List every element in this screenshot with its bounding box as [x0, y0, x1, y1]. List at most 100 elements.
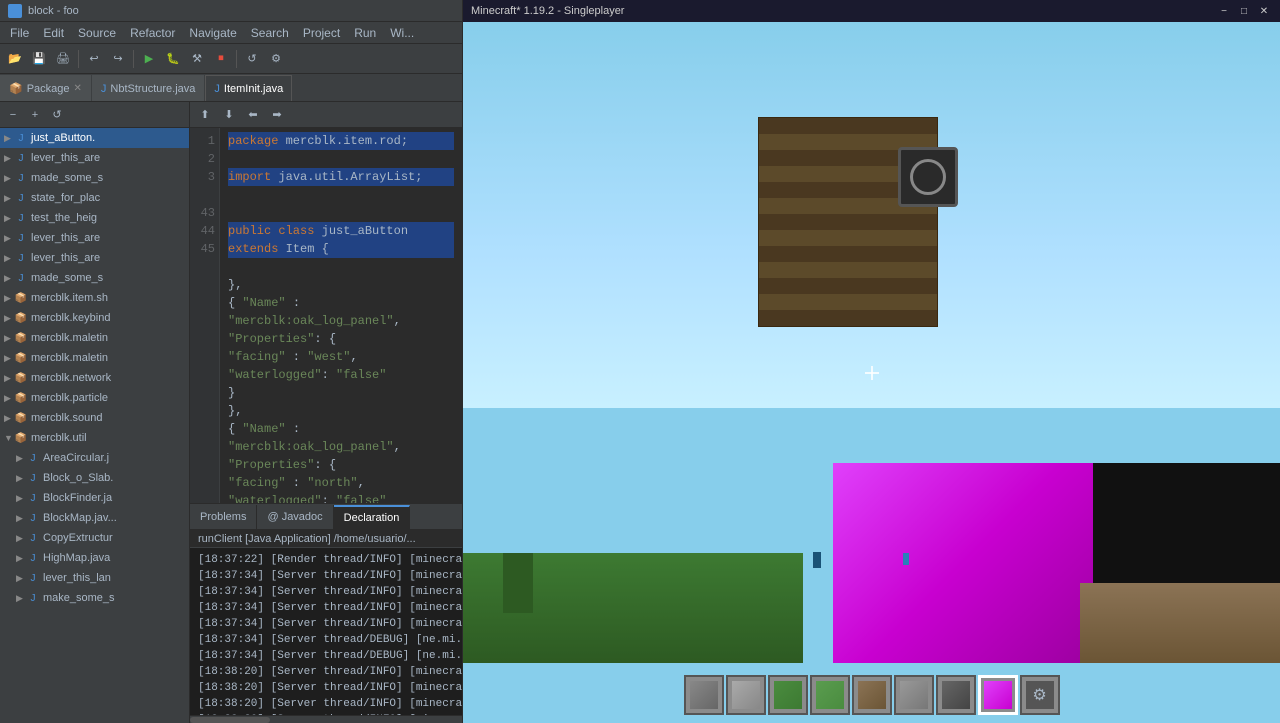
- tree-item-label: lever_this_are: [31, 152, 100, 164]
- mc-slot-1[interactable]: [684, 675, 724, 715]
- tree-item-lever3[interactable]: ▶ J lever_this_are: [0, 248, 189, 268]
- java-icon: J: [26, 511, 40, 525]
- settings-btn[interactable]: ⚙: [265, 48, 287, 70]
- tree-item-highmap[interactable]: ▶ J HighMap.java: [0, 548, 189, 568]
- console-line: [18:38:20] [Server thread/INFO] [minecra…: [198, 680, 454, 696]
- tree-item-justabutton[interactable]: ▶ J just_aButton.: [0, 128, 189, 148]
- menu-edit[interactable]: Edit: [37, 24, 70, 42]
- tab-iteminit[interactable]: J ItemInit.java: [205, 75, 292, 101]
- tree-arrow: ▶: [4, 253, 14, 264]
- tree-item-makesomes[interactable]: ▶ J make_some_s: [0, 588, 189, 608]
- menu-refactor[interactable]: Refactor: [124, 24, 181, 42]
- mc-slot-6[interactable]: [894, 675, 934, 715]
- package-icon: 📦: [14, 291, 28, 305]
- tree-item-mercblk-util[interactable]: ▼ 📦 mercblk.util: [0, 428, 189, 448]
- mc-slot-item: [690, 681, 718, 709]
- tab-package-close[interactable]: ✕: [74, 83, 82, 94]
- nav-up-btn[interactable]: ⬆: [194, 104, 216, 126]
- save-btn[interactable]: 💾: [28, 48, 50, 70]
- mc-slot-4[interactable]: [810, 675, 850, 715]
- mc-title-text: Minecraft* 1.19.2 - Singleplayer: [471, 5, 624, 17]
- code-content[interactable]: package mercblk.item.rod; import java.ut…: [220, 128, 462, 503]
- tree-arrow: ▶: [4, 213, 14, 224]
- tab-nbtstructure[interactable]: J NbtStructure.java: [92, 75, 204, 101]
- nav-down-btn[interactable]: ⬇: [218, 104, 240, 126]
- mc-maximize-btn[interactable]: □: [1236, 4, 1252, 18]
- tree-item-mercblk-maletin2[interactable]: ▶ 📦 mercblk.maletin: [0, 348, 189, 368]
- tree-item-areacircular[interactable]: ▶ J AreaCircular.j: [0, 448, 189, 468]
- console-line: [18:38:20] [Server thread/INFO] [minecra…: [198, 696, 454, 712]
- btab-declaration[interactable]: Declaration: [334, 505, 411, 529]
- reload-btn[interactable]: ↺: [241, 48, 263, 70]
- tree-item-lever2[interactable]: ▶ J lever_this_are: [0, 228, 189, 248]
- tree-item-mercblk-itemsh[interactable]: ▶ 📦 mercblk.item.sh: [0, 288, 189, 308]
- mc-slot-9[interactable]: ⚙: [1020, 675, 1060, 715]
- file-tree: − + ↺ ▶ J just_aButton. ▶ J lever_this_a…: [0, 102, 190, 723]
- build-btn[interactable]: ⚒: [186, 48, 208, 70]
- mc-slot-5[interactable]: [852, 675, 892, 715]
- redo-btn[interactable]: ↪: [107, 48, 129, 70]
- tree-item-mercblk-particle[interactable]: ▶ 📦 mercblk.particle: [0, 388, 189, 408]
- scroll-thumb[interactable]: [190, 717, 270, 723]
- stop-btn[interactable]: ⏹: [210, 48, 232, 70]
- tree-item-copyextructur[interactable]: ▶ J CopyExtructur: [0, 528, 189, 548]
- print-btn[interactable]: 🖨: [52, 48, 74, 70]
- tree-item-madesome2[interactable]: ▶ J made_some_s: [0, 268, 189, 288]
- mc-minimize-btn[interactable]: −: [1216, 4, 1232, 18]
- mc-slot-item: [858, 681, 886, 709]
- tree-item-lever1[interactable]: ▶ J lever_this_are: [0, 148, 189, 168]
- mc-slot-2[interactable]: [726, 675, 766, 715]
- tree-arrow: ▶: [4, 273, 14, 284]
- tree-item-mercblk-sound[interactable]: ▶ 📦 mercblk.sound: [0, 408, 189, 428]
- menu-source[interactable]: Source: [72, 24, 122, 42]
- tree-refresh-btn[interactable]: ↺: [48, 106, 66, 124]
- code-editor[interactable]: 1 2 3 43 44 45 package mercblk.item.rod;…: [190, 128, 462, 503]
- mc-slot-8-selected[interactable]: [978, 675, 1018, 715]
- tree-item-label: lever_this_lan: [43, 572, 111, 584]
- mc-hotbar: ⚙: [684, 675, 1060, 715]
- tree-item-mercblk-network[interactable]: ▶ 📦 mercblk.network: [0, 368, 189, 388]
- run-btn[interactable]: ▶: [138, 48, 160, 70]
- tree-item-mercblk-maletin1[interactable]: ▶ 📦 mercblk.maletin: [0, 328, 189, 348]
- menu-search[interactable]: Search: [245, 24, 295, 42]
- mc-tower: [758, 117, 938, 327]
- tree-item-label: mercblk.item.sh: [31, 292, 108, 304]
- mc-close-btn[interactable]: ✕: [1256, 4, 1272, 18]
- tree-item-blockmap[interactable]: ▶ J BlockMap.jav...: [0, 508, 189, 528]
- menu-project[interactable]: Project: [297, 24, 346, 42]
- tree-item-blockoslab[interactable]: ▶ J Block_o_Slab.: [0, 468, 189, 488]
- tree-arrow: ▶: [4, 313, 14, 324]
- menu-run[interactable]: Run: [348, 24, 382, 42]
- mc-slot-7[interactable]: [936, 675, 976, 715]
- menu-file[interactable]: File: [4, 24, 35, 42]
- console-output[interactable]: [18:37:22] [Render thread/INFO] [minecra…: [190, 548, 462, 715]
- tree-item-mercblk-keybind[interactable]: ▶ 📦 mercblk.keybind: [0, 308, 189, 328]
- tree-item-state[interactable]: ▶ J state_for_plac: [0, 188, 189, 208]
- ide-title-text: block - foo: [28, 5, 79, 17]
- bottom-scrollbar[interactable]: [190, 715, 462, 723]
- tree-expand-btn[interactable]: +: [26, 106, 44, 124]
- tree-item-blockfinder[interactable]: ▶ J BlockFinder.ja: [0, 488, 189, 508]
- tree-arrow: ▶: [4, 233, 14, 244]
- btab-javadoc[interactable]: @ Javadoc: [257, 505, 333, 529]
- nav-left-btn[interactable]: ⬅: [242, 104, 264, 126]
- console-header-text: runClient [Java Application] /home/usuar…: [198, 533, 416, 545]
- tree-item-madesome1[interactable]: ▶ J made_some_s: [0, 168, 189, 188]
- tree-item-leverthistlan[interactable]: ▶ J lever_this_lan: [0, 568, 189, 588]
- menu-navigate[interactable]: Navigate: [183, 24, 242, 42]
- debug-btn[interactable]: 🐛: [162, 48, 184, 70]
- nav-right-btn[interactable]: ➡: [266, 104, 288, 126]
- open-btn[interactable]: 📂: [4, 48, 26, 70]
- tab-package[interactable]: 📦 Package ✕: [0, 75, 91, 101]
- btab-problems[interactable]: Problems: [190, 505, 257, 529]
- tree-item-test[interactable]: ▶ J test_the_heig: [0, 208, 189, 228]
- package-icon: 📦: [14, 311, 28, 325]
- undo-btn[interactable]: ↩: [83, 48, 105, 70]
- tree-item-label: mercblk.particle: [31, 392, 108, 404]
- java-icon: J: [26, 591, 40, 605]
- mc-game-area[interactable]: ⚙: [463, 22, 1280, 723]
- menu-wi[interactable]: Wi...: [384, 24, 420, 42]
- tree-collapse-btn[interactable]: −: [4, 106, 22, 124]
- java-icon: J: [26, 491, 40, 505]
- mc-slot-3[interactable]: [768, 675, 808, 715]
